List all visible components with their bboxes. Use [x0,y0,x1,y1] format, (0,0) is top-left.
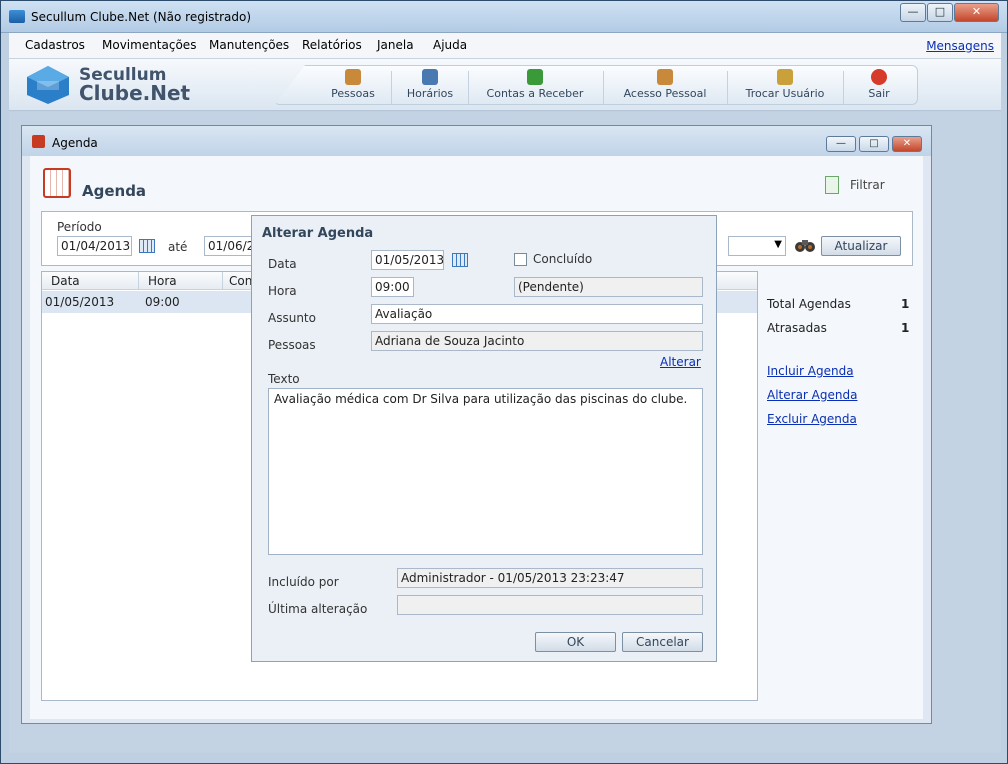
toolbar-button-contas-a-receber[interactable]: Contas a Receber [477,67,593,105]
receivables-icon [527,69,543,85]
title-bar: Secullum Clube.Net (Não registrado) — □ … [1,1,1007,33]
menu-ajuda[interactable]: Ajuda [433,38,467,52]
agenda-window-title: Agenda [52,136,98,150]
toolbar-button-acesso-pessoal[interactable]: Acesso Pessoal [611,67,719,105]
periodo-label: Período [57,220,102,234]
menu-movimentacoes[interactable]: Movimentações [102,38,196,52]
menu-janela[interactable]: Janela [377,38,414,52]
toolbar: Secullum Clube.Net Pessoas Horários Cont… [9,59,1001,111]
ate-label: até [168,240,188,254]
assunto-label: Assunto [268,311,316,325]
cell-hora: 09:00 [145,295,180,309]
switch-user-icon [777,69,793,85]
menu-manutencoes[interactable]: Manutenções [209,38,289,52]
close-button[interactable]: ✕ [954,3,999,22]
assunto-input[interactable]: Avaliação [371,304,703,324]
binoculars-icon[interactable] [795,237,815,253]
concluido-label[interactable]: Concluído [533,252,592,266]
menu-bar: Cadastros Movimentações Manutenções Rela… [9,33,1001,59]
column-separator[interactable] [222,272,223,290]
excluir-agenda-link[interactable]: Excluir Agenda [767,412,857,426]
hora-label: Hora [268,284,297,298]
total-agendas-label: Total Agendas [767,297,851,311]
filter-combo[interactable]: ▼ [728,236,786,256]
atrasadas-value: 1 [901,321,910,335]
incluido-por-field: Administrador - 01/05/2013 23:23:47 [397,568,703,588]
menu-cadastros[interactable]: Cadastros [25,38,85,52]
total-agendas-value: 1 [901,297,910,311]
toolbar-separator [843,71,844,105]
incluido-por-label: Incluído por [268,575,339,589]
atrasadas-label: Atrasadas [767,321,827,335]
ultima-alteracao-label: Última alteração [268,602,368,616]
hora-input[interactable]: 09:00 [371,277,414,297]
toolbar-separator [391,71,392,105]
agenda-heading: Agenda [82,182,147,200]
agenda-minimize-button[interactable]: — [826,136,856,152]
toolbar-button-horarios[interactable]: Horários [399,67,461,105]
concluido-checkbox[interactable] [514,253,527,266]
filter-label[interactable]: Filtrar [850,178,885,192]
column-separator[interactable] [138,272,139,290]
calendar-icon [32,135,45,148]
alterar-agenda-dialog: Alterar Agenda Data 01/05/2013 Concluído… [251,215,717,662]
people-icon [345,69,361,85]
toolbar-separator [727,71,728,105]
alterar-agenda-link[interactable]: Alterar Agenda [767,388,857,402]
calendar-picker-icon[interactable] [452,253,468,267]
power-icon [871,69,887,85]
column-header-data[interactable]: Data [51,274,80,288]
access-icon [657,69,673,85]
chevron-down-icon: ▼ [774,239,782,250]
texto-textarea[interactable]: Avaliação médica com Dr Silva para utili… [268,388,703,555]
column-header-hora[interactable]: Hora [148,274,177,288]
alterar-pessoas-link[interactable]: Alterar [660,355,701,369]
toolbar-separator [468,71,469,105]
pessoas-label: Pessoas [268,338,316,352]
toolbar-button-sair[interactable]: Sair [851,67,907,105]
toolbar-separator [603,71,604,105]
dialog-title: Alterar Agenda [262,226,374,241]
data-input[interactable]: 01/05/2013 [371,250,444,270]
refresh-button[interactable]: Atualizar [821,236,901,256]
filter-arrow-icon[interactable] [825,176,839,194]
calendar-picker-icon[interactable] [139,239,155,253]
maximize-button[interactable]: □ [927,3,953,22]
agenda-close-button[interactable]: ✕ [892,136,922,152]
agenda-maximize-button[interactable]: □ [859,136,889,152]
toolbar-button-trocar-usuario[interactable]: Trocar Usuário [735,67,835,105]
schedule-icon [422,69,438,85]
cancel-button[interactable]: Cancelar [622,632,703,652]
pessoas-field: Adriana de Souza Jacinto [371,331,703,351]
texto-label: Texto [268,372,300,386]
minimize-button[interactable]: — [900,3,926,22]
logo-text-line2: Clube.Net [79,81,191,105]
agenda-title-bar: Agenda — □ ✕ [22,126,931,156]
ultima-alteracao-field [397,595,703,615]
logo-icon [27,66,69,104]
incluir-agenda-link[interactable]: Incluir Agenda [767,364,854,378]
date-from-input[interactable]: 01/04/2013 [57,236,132,256]
messages-link[interactable]: Mensagens [926,39,994,53]
toolbar-button-pessoas[interactable]: Pessoas [324,67,382,105]
status-field: (Pendente) [514,277,703,297]
window-title: Secullum Clube.Net (Não registrado) [31,10,252,24]
data-label: Data [268,257,297,271]
column-header-con[interactable]: Con [229,274,252,288]
ok-button[interactable]: OK [535,632,616,652]
app-icon [9,10,25,23]
menu-relatorios[interactable]: Relatórios [302,38,362,52]
agenda-calendar-icon [43,168,71,198]
date-to-input[interactable]: 01/06/2 [204,236,252,256]
cell-data: 01/05/2013 [45,295,115,309]
